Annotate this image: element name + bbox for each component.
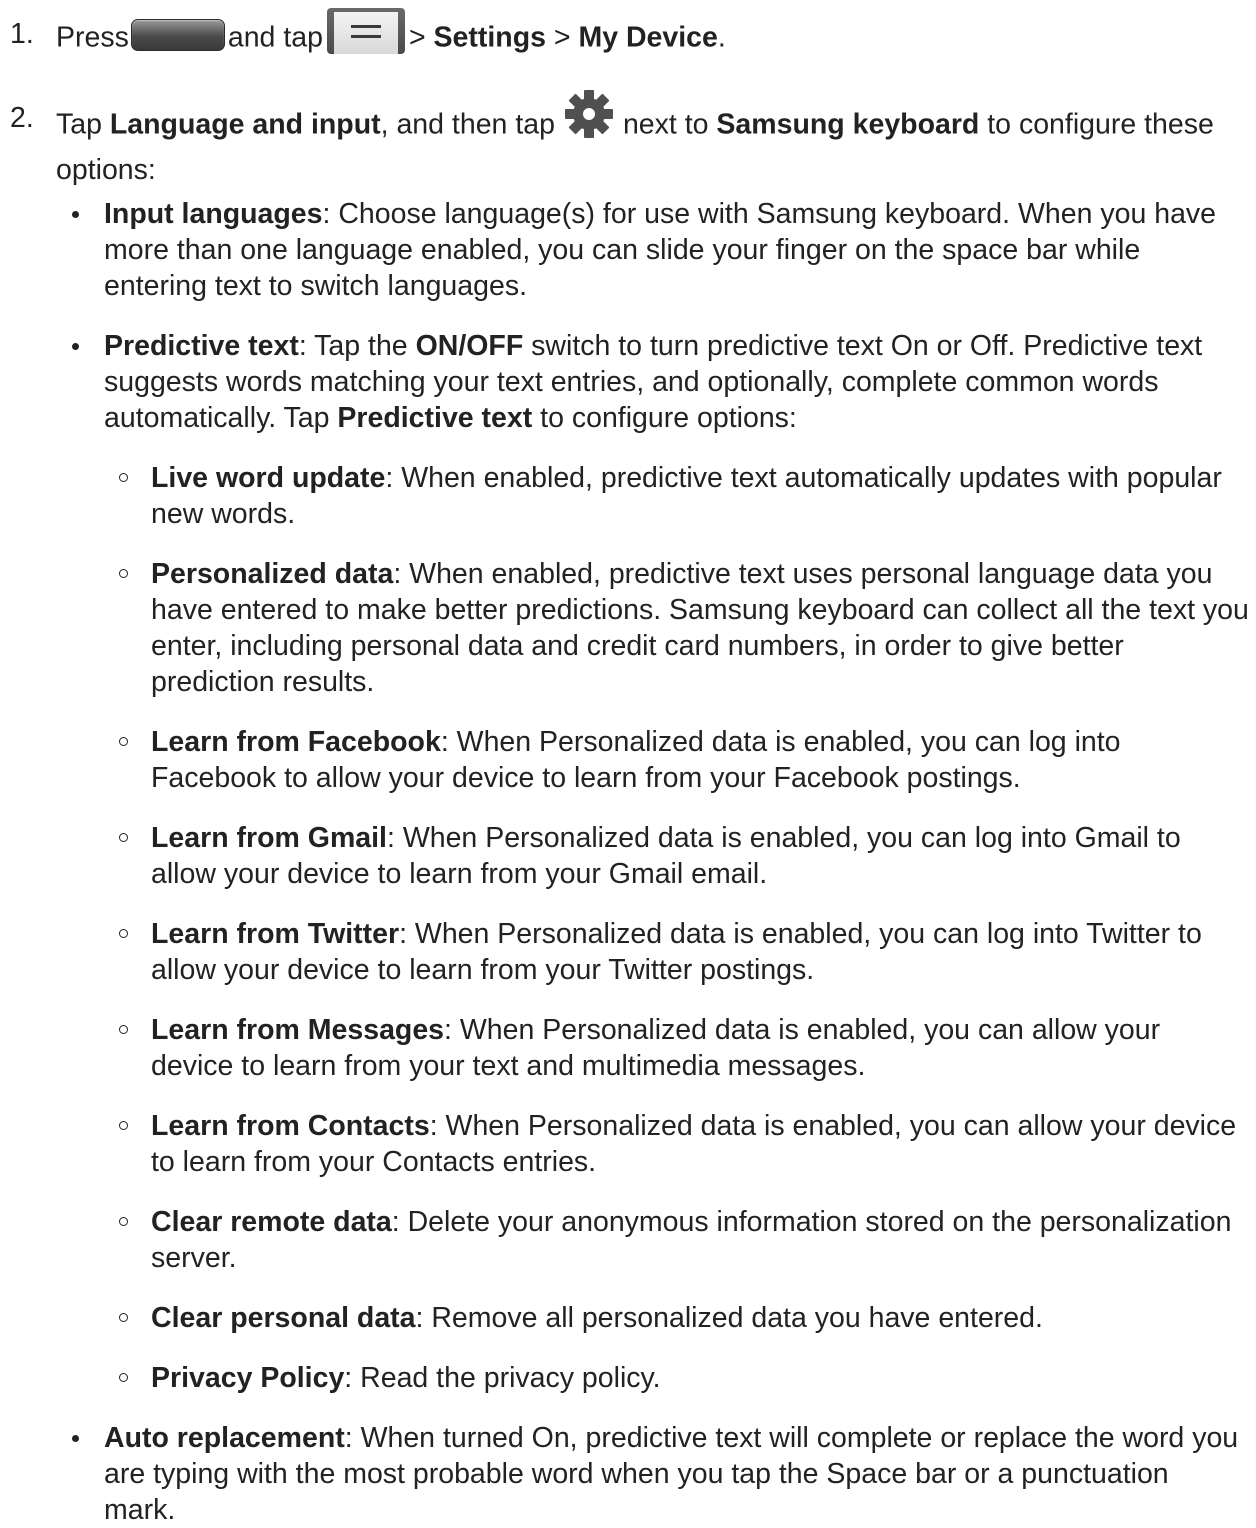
option-term: Learn from Twitter [151,918,400,950]
samsung-keyboard-label: Samsung keyboard [716,108,980,141]
step-text: Tap Language and input, and then tap next… [56,90,1246,188]
bullet-dot [72,343,79,350]
bullet-dot [72,1435,79,1442]
sub-bullet [119,1313,128,1322]
option-term: Input languages [104,198,323,230]
sub-bullet [119,833,128,842]
option-term: Learn from Messages [151,1014,445,1046]
option-description: : Read the privacy policy. [344,1362,661,1394]
option-term: Personalized data [151,558,394,590]
option-term: Live word update [151,462,386,494]
option-term: Learn from Facebook [151,726,441,758]
menu-key-icon [326,8,405,54]
step-number: 1. [10,18,34,50]
option-term: Clear personal data [151,1302,416,1334]
sub-bullet [119,569,128,578]
option-term: Auto replacement [104,1422,345,1454]
sub-bullet [119,1217,128,1226]
gear-icon [563,88,615,140]
sub-bullet [119,737,128,746]
option-term: Predictive text [104,330,299,362]
option-term: Privacy Policy [151,1362,345,1394]
option-term: Learn from Contacts [151,1110,430,1142]
language-and-input-label: Language and input [109,108,381,141]
option-term: Learn from Gmail [151,822,387,854]
sub-bullet [119,1373,128,1382]
my-device-label: My Device [578,21,718,54]
sub-bullet [119,929,128,938]
home-key-icon [130,19,225,51]
predictive-text-label: Predictive text [337,402,533,434]
option-description: : Remove all personalized data you have … [415,1302,1043,1334]
sub-bullet [119,1121,128,1130]
step-text: Press and tap > Settings > My Device. [56,8,1246,62]
bullet-dot [72,211,79,218]
sub-bullet [119,1025,128,1034]
option-term: Clear remote data [151,1206,392,1238]
settings-label: Settings [433,21,546,54]
on-off-switch-label: ON/OFF [415,330,524,362]
sub-bullet [119,473,128,482]
step-number: 2. [10,102,34,134]
